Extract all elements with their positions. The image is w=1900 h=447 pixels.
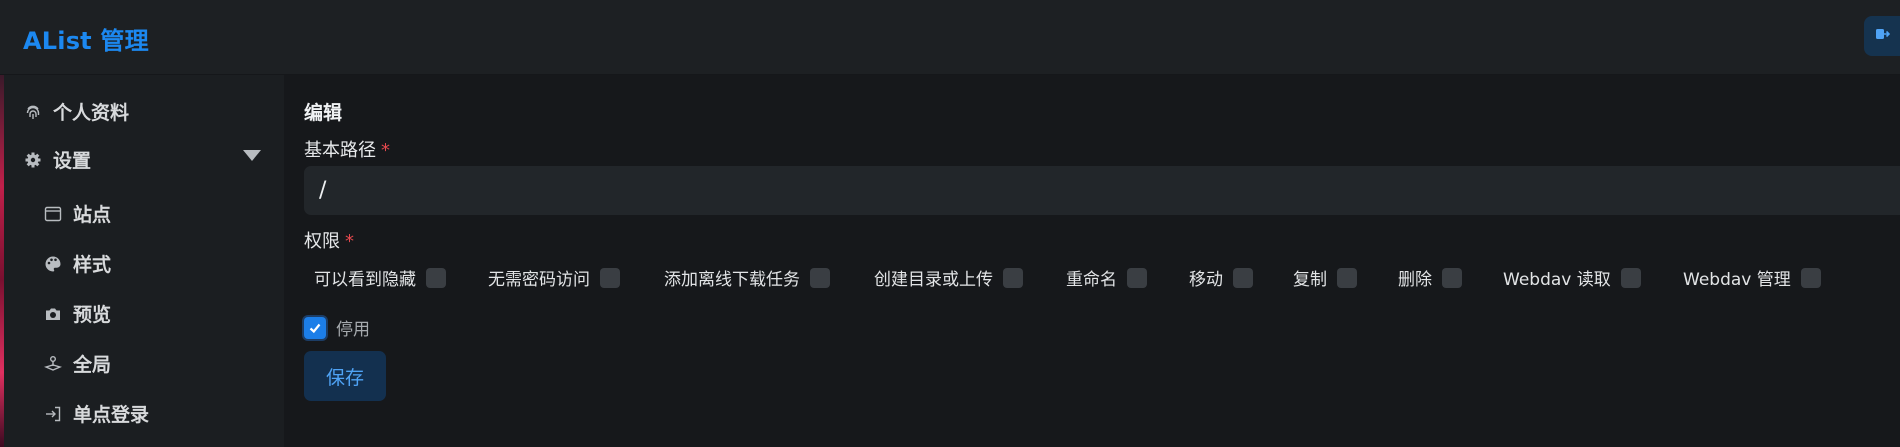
logout-icon — [1874, 26, 1891, 46]
sidebar-item-site[interactable]: 站点 — [43, 200, 111, 227]
permission-offline-download[interactable]: 添加离线下载任务 — [664, 265, 830, 290]
required-mark: * — [345, 231, 354, 252]
permission-see-hides[interactable]: 可以看到隐藏 — [314, 265, 446, 290]
permission-delete[interactable]: 删除 — [1398, 265, 1462, 290]
top-header: AList 管理 — [0, 0, 1900, 75]
login-icon — [43, 404, 63, 424]
palette-icon — [43, 254, 63, 274]
check-icon — [309, 323, 321, 333]
sidebar-item-global[interactable]: 全局 — [43, 350, 111, 377]
disabled-toggle[interactable]: 停用 — [304, 315, 370, 340]
checkbox[interactable] — [1800, 267, 1821, 288]
sidebar-item-profile[interactable]: 个人资料 — [23, 98, 129, 125]
page-title: 编辑 — [304, 102, 343, 124]
sidebar-item-label: 全局 — [73, 354, 112, 376]
window-icon — [43, 204, 63, 224]
checkbox[interactable] — [426, 267, 446, 288]
main-content — [284, 75, 1900, 447]
checkbox[interactable] — [810, 267, 830, 288]
save-button[interactable]: 保存 — [304, 351, 386, 401]
sidebar-item-preview[interactable]: 预览 — [43, 300, 111, 327]
sidebar-item-sso[interactable]: 单点登录 — [43, 400, 149, 427]
joystick-icon — [43, 354, 63, 374]
checkbox[interactable] — [1620, 267, 1641, 288]
chevron-down-icon[interactable] — [243, 150, 261, 161]
checkbox[interactable] — [1003, 267, 1023, 288]
gear-icon — [23, 150, 43, 170]
permission-webdav-manage[interactable]: Webdav 管理 — [1683, 265, 1821, 290]
base-path-input[interactable] — [304, 166, 1900, 215]
checkbox[interactable] — [600, 267, 620, 288]
sidebar-item-label: 预览 — [73, 304, 112, 326]
checkbox-checked[interactable] — [304, 316, 326, 339]
sidebar-item-settings[interactable]: 设置 — [23, 146, 91, 173]
required-mark: * — [381, 140, 390, 161]
checkbox[interactable] — [1233, 267, 1253, 288]
app-logo[interactable]: AList 管理 — [23, 21, 149, 56]
sidebar-item-label: 设置 — [53, 150, 92, 172]
permission-copy[interactable]: 复制 — [1293, 265, 1357, 290]
permission-webdav-read[interactable]: Webdav 读取 — [1503, 265, 1641, 290]
sidebar-item-label: 样式 — [73, 254, 112, 276]
permissions-label: 权限 * — [304, 231, 354, 252]
checkbox[interactable] — [1337, 267, 1357, 288]
sidebar-item-style[interactable]: 样式 — [43, 250, 111, 277]
base-path-label: 基本路径 * — [304, 140, 390, 161]
permission-mkdir-upload[interactable]: 创建目录或上传 — [874, 265, 1023, 290]
permission-rename[interactable]: 重命名 — [1066, 265, 1147, 290]
sidebar-item-label: 站点 — [73, 204, 112, 226]
camera-icon — [43, 304, 63, 324]
sidebar-item-label: 个人资料 — [53, 102, 130, 124]
checkbox[interactable] — [1442, 267, 1462, 288]
sidebar-item-label: 单点登录 — [73, 404, 150, 426]
checkbox[interactable] — [1127, 267, 1147, 288]
fingerprint-icon — [23, 102, 43, 122]
permission-access-without-password[interactable]: 无需密码访问 — [488, 265, 620, 290]
permission-move[interactable]: 移动 — [1189, 265, 1253, 290]
logout-button[interactable] — [1864, 16, 1900, 56]
